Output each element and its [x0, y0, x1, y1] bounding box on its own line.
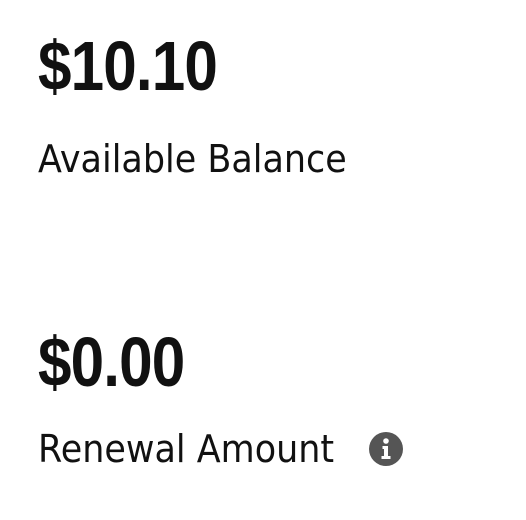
renewal-amount-value: $0.00	[38, 323, 185, 401]
available-balance-label: Available Balance	[38, 137, 347, 181]
renewal-amount-section: $0.00 Renewal Amount	[38, 320, 404, 472]
available-balance-section: $10.10 Available Balance	[38, 24, 374, 182]
available-balance-label-row: Available Balance	[38, 136, 374, 182]
renewal-amount-label: Renewal Amount	[38, 427, 335, 471]
info-icon[interactable]	[368, 431, 404, 467]
renewal-amount-label-row: Renewal Amount	[38, 426, 404, 472]
available-balance-amount: $10.10	[38, 27, 218, 105]
